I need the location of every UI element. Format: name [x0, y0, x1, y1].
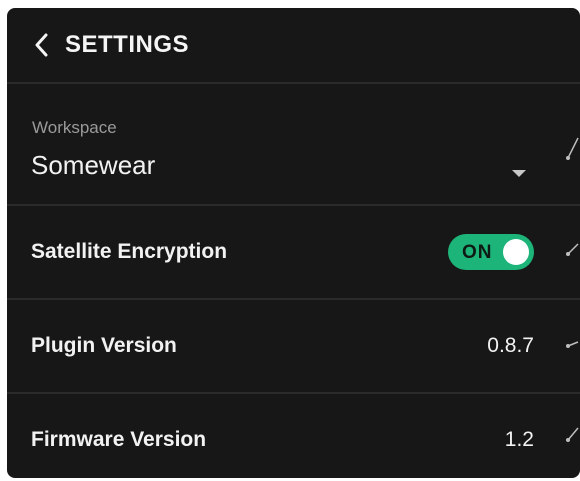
connector-line-icon — [566, 427, 579, 442]
firmware-version-value: 1.2 — [504, 428, 534, 451]
settings-panel: SETTINGS Workspace Somewear Satellite En… — [7, 8, 580, 478]
workspace-select[interactable]: Workspace Somewear — [7, 84, 580, 206]
satellite-encryption-toggle[interactable]: ON — [448, 234, 534, 270]
satellite-encryption-row: Satellite Encryption ON — [7, 206, 580, 300]
chevron-left-icon[interactable] — [31, 31, 51, 59]
firmware-version-row: Firmware Version 1.2 — [7, 394, 580, 478]
page-title: SETTINGS — [65, 31, 190, 58]
firmware-version-label: Firmware Version — [31, 428, 207, 451]
plugin-version-row: Plugin Version 0.8.7 — [7, 300, 580, 394]
connector-line-icon — [566, 243, 579, 256]
satellite-encryption-label: Satellite Encryption — [31, 240, 228, 263]
settings-header: SETTINGS — [7, 8, 580, 84]
connector-line-icon — [566, 137, 579, 160]
caret-down-icon[interactable] — [512, 170, 526, 177]
workspace-label: Workspace — [32, 118, 117, 137]
plugin-version-value: 0.8.7 — [487, 334, 534, 357]
workspace-value: Somewear — [31, 150, 156, 180]
plugin-version-label: Plugin Version — [31, 334, 177, 357]
connector-line-icon — [566, 341, 579, 348]
toggle-state-label: ON — [462, 242, 493, 263]
toggle-knob — [503, 239, 529, 265]
